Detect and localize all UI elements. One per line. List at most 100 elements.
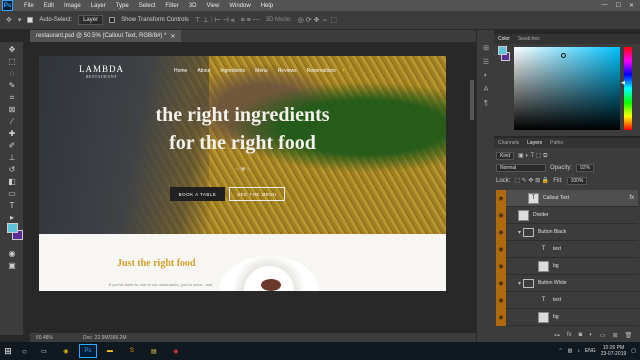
trash-icon[interactable]: 🗑 [625,332,633,339]
history-panel-icon[interactable]: ⊞ [481,44,491,52]
menu-type[interactable]: Type [111,3,134,9]
zoom-readout[interactable]: 50.48% [36,335,53,341]
windows-start-icon[interactable]: ⊞ [0,342,16,360]
adjustments-panel-icon[interactable]: ◐ [481,72,491,80]
properties-panel-icon[interactable]: ☰ [481,58,491,66]
layer-row-text[interactable]: ◉ T text [496,240,638,258]
tab-color[interactable]: Color [498,36,510,42]
menu-image[interactable]: Image [59,3,86,9]
lock-icons[interactable]: ⬚ ✎ ✥ ⊠ 🔒 [514,177,549,184]
hue-slider[interactable] [624,47,632,130]
minimize-icon[interactable]: — [602,2,608,9]
visibility-eye-icon[interactable]: ◉ [496,223,506,241]
chevron-down-icon[interactable]: ▾ [518,229,521,236]
color-field[interactable] [514,47,620,130]
gradient-tool-icon[interactable]: ▭ [4,188,20,199]
lasso-tool-icon[interactable]: ◌ [4,68,20,79]
photoshop-taskbar-icon[interactable]: Ps [78,344,97,358]
close-icon[interactable]: ✕ [629,2,634,9]
menu-select[interactable]: Select [134,3,161,9]
chrome-icon[interactable]: ◉ [57,344,75,358]
network-icon[interactable]: ▥ [568,348,573,354]
layer-style-icon[interactable]: fx [567,332,572,339]
align-icons[interactable]: ⊤ ⊥ ⫶ ⊢ ⊣ ⫷ [195,16,235,25]
menu-file[interactable]: File [19,3,39,9]
move-tool-icon[interactable]: ✥ [6,16,12,24]
adjustment-layer-icon[interactable]: ◐ [589,332,593,339]
filter-icons[interactable]: ▣ ◐ T ⬚ ⧉ [518,152,547,160]
link-layers-icon[interactable]: ⊶ [554,332,560,339]
visibility-eye-icon[interactable]: ◉ [496,240,506,258]
move-tool-icon[interactable]: ✥ [4,44,20,55]
text-tool-icon[interactable]: T [4,200,20,211]
menu-3d[interactable]: 3D [184,3,202,9]
menu-layer[interactable]: Layer [86,3,111,9]
menu-window[interactable]: Window [224,3,255,9]
notifications-icon[interactable]: ▢ [631,348,636,354]
tab-layers[interactable]: Layers [527,140,542,146]
language-indicator[interactable]: ENG [585,348,596,354]
opacity-input[interactable]: 92% [576,163,595,172]
file-explorer-icon[interactable]: ▬ [101,344,119,358]
crop-tool-icon[interactable]: ⌗ [4,92,20,103]
quick-select-tool-icon[interactable]: ✎ [4,80,20,91]
chrome-alt-icon[interactable]: ◉ [167,344,185,358]
healing-tool-icon[interactable]: ✚ [4,128,20,139]
visibility-eye-icon[interactable]: ◉ [496,308,506,326]
foreground-color-swatch[interactable] [7,223,18,233]
chevron-down-icon[interactable]: ▾ [18,16,22,24]
hue-slider-handle[interactable]: ◀ [621,80,625,86]
frame-tool-icon[interactable]: ⊠ [4,104,20,115]
layer-row-bg[interactable]: ◉ bg [496,257,638,275]
panel-foreground-swatch[interactable] [498,46,507,55]
maximize-icon[interactable]: ☐ [616,2,621,9]
visibility-eye-icon[interactable]: ◉ [496,274,506,292]
layer-row-callout-text[interactable]: ◉ T Callout Text fx [496,189,638,207]
visibility-eye-icon[interactable]: ◉ [496,291,506,309]
document-canvas[interactable]: LAMBDA RESTAURANT Home About Ingredients… [39,56,446,291]
document-tab[interactable]: restaurant.psd @ 50.5% (Callout Text, RG… [30,30,182,42]
sublime-text-icon[interactable]: S [123,344,141,358]
auto-select-checkbox[interactable] [27,17,34,23]
tab-paths[interactable]: Paths [550,140,563,146]
clock[interactable]: 10:26 PM 23-07-2019 [601,345,627,357]
layer-row-text-2[interactable]: ◉ T text [496,291,638,309]
quick-mask-icon[interactable]: ◉ [4,248,20,259]
new-group-icon[interactable]: ▭ [600,332,606,339]
paragraph-panel-icon[interactable]: ¶ [481,100,491,108]
layer-row-divider[interactable]: ◉ Divider [496,206,638,224]
marquee-tool-icon[interactable]: ⬚ [4,56,20,67]
layer-row-button-black[interactable]: ◉ ▾ Button Black [496,223,638,241]
eyedropper-tool-icon[interactable]: ⁄ [4,116,20,127]
fx-icon[interactable]: fx [629,195,634,201]
menu-filter[interactable]: Filter [160,3,183,9]
character-panel-icon[interactable]: A [481,86,491,94]
history-brush-icon[interactable]: ↺ [4,164,20,175]
blend-mode-dropdown[interactable]: Normal [496,163,546,172]
kind-filter-dropdown[interactable]: Kind [496,151,515,160]
menu-edit[interactable]: Edit [39,3,59,9]
tab-swatches[interactable]: Swatches [518,36,540,42]
add-mask-icon[interactable]: ◙ [579,332,583,339]
menu-view[interactable]: View [201,3,224,9]
search-icon[interactable]: ○ [22,347,27,356]
layer-row-button-white[interactable]: ◉ ▾ Button White [496,274,638,292]
eraser-tool-icon[interactable]: ◧ [4,176,20,187]
visibility-eye-icon[interactable]: ◉ [496,257,506,275]
close-tab-icon[interactable]: ✕ [170,33,175,40]
menu-help[interactable]: Help [256,3,278,9]
layer-row-bg-2[interactable]: ◉ bg [496,308,638,326]
color-picker-handle[interactable] [561,53,566,58]
brush-tool-icon[interactable]: ✐ [4,140,20,151]
volume-icon[interactable]: ♪ [577,348,580,354]
tray-up-icon[interactable]: ⌃ [558,348,562,354]
path-select-tool-icon[interactable]: ▸ [4,212,20,223]
new-layer-icon[interactable]: ⊞ [613,332,618,339]
tab-channels[interactable]: Channels [498,140,519,146]
transform-controls-checkbox[interactable] [109,17,116,23]
distribute-icons[interactable]: ≡ ≡ ⋯ [241,16,260,24]
screen-mode-icon[interactable]: ▣ [4,260,20,271]
stamp-tool-icon[interactable]: ⊥ [4,152,20,163]
visibility-eye-icon[interactable]: ◉ [496,206,506,224]
chevron-down-icon[interactable]: ▾ [518,280,521,287]
